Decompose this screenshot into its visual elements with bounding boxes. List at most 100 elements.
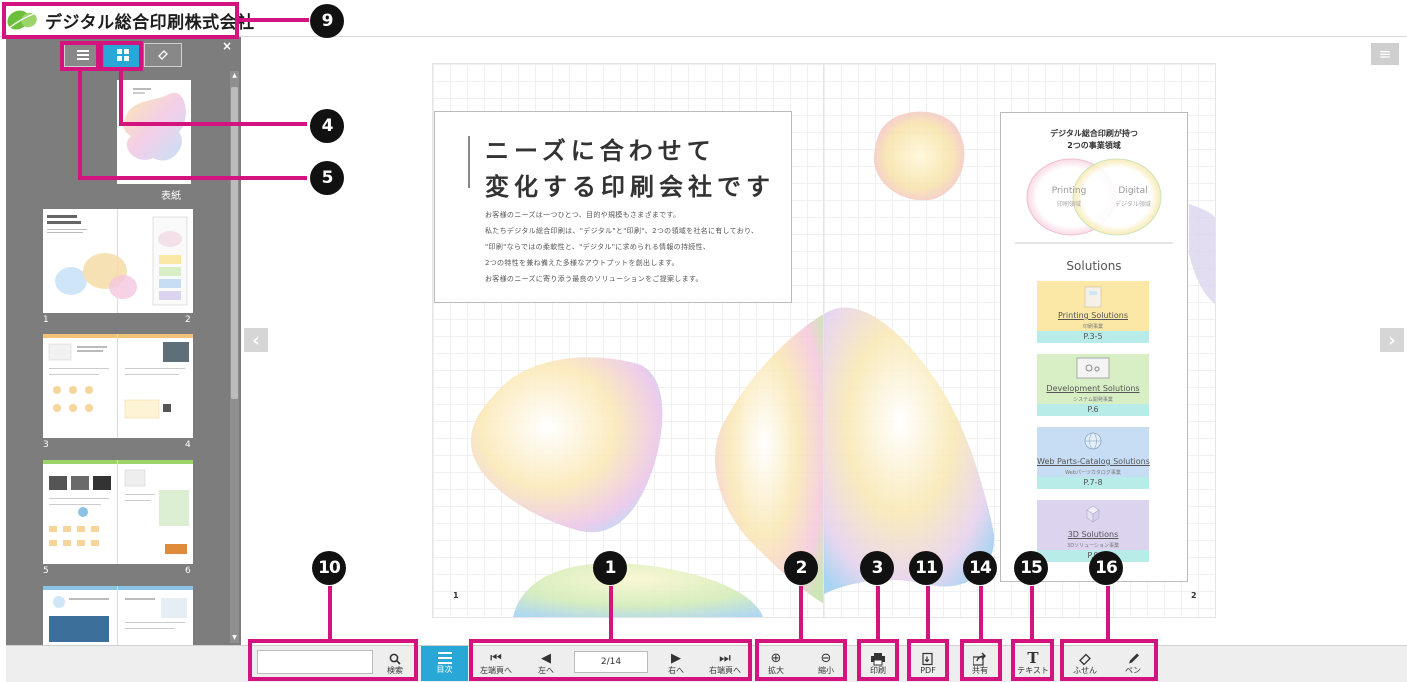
annotation-box-sticky-pen xyxy=(1060,639,1158,681)
solutions-heading: Solutions xyxy=(1066,259,1122,273)
thumbnail-page-number: 2 xyxy=(185,315,191,325)
headline-line-2: 変化する印刷会社です xyxy=(485,173,775,201)
tab-memo[interactable] xyxy=(144,43,182,67)
chevron-right-icon: › xyxy=(1388,329,1396,351)
panel-title-line-2: 2つの事業領域 xyxy=(1067,141,1121,150)
thumbnail-cover[interactable] xyxy=(117,80,191,184)
thumbnail-spread-1-2[interactable] xyxy=(43,209,193,313)
list-icon xyxy=(437,652,452,664)
toc-button[interactable]: 目次 xyxy=(421,646,468,681)
venn-left-label: Printing xyxy=(1051,186,1087,196)
annotation-line xyxy=(328,586,332,639)
callout-16: 16 xyxy=(1089,551,1123,585)
callout-4: 4 xyxy=(310,109,344,143)
callout-14: 14 xyxy=(963,551,997,585)
thumbnail-page-number: 1 xyxy=(43,315,49,325)
thumbnail-page-number: 5 xyxy=(43,566,49,576)
spread-divider xyxy=(117,460,118,564)
spread-divider xyxy=(117,334,118,438)
annotation-box-share xyxy=(960,639,1002,681)
annotation-box-grid-tab xyxy=(99,41,143,71)
cover-art xyxy=(123,88,186,161)
annotation-line xyxy=(876,586,880,639)
annotation-line xyxy=(1106,586,1110,639)
callout-1: 1 xyxy=(593,551,627,585)
venn-right-sub: デジタル領域 xyxy=(1115,201,1151,208)
thumbnail-spread-3-4[interactable] xyxy=(43,334,193,438)
globe-icon xyxy=(1084,432,1102,450)
printing-icon xyxy=(1084,286,1102,308)
spread-art xyxy=(43,334,193,419)
annotation-line xyxy=(119,71,123,126)
solution-card-web-parts[interactable]: Web Parts-Catalog Solutions Webパーツカタログ事業… xyxy=(1037,427,1150,489)
left-page: ニーズに合わせて 変化する印刷会社です お客様のニーズは一つひとつ、目的や規模も… xyxy=(432,63,825,618)
solution-card-development[interactable]: Development Solutions システム開発事業 P.6 xyxy=(1037,354,1149,416)
body-text-line: お客様のニーズに寄り添う最良のソリューションをご提案します。 xyxy=(485,275,703,283)
solution-pages: P.3-5 xyxy=(1037,331,1149,343)
spread-art xyxy=(47,215,188,306)
headline-accent-bar xyxy=(468,136,470,188)
solution-sub: Webパーツカタログ事業 xyxy=(1065,470,1121,476)
next-page-arrow[interactable]: › xyxy=(1380,328,1404,352)
annotation-box-pdf xyxy=(907,639,949,681)
tag-icon xyxy=(158,50,168,60)
monitor-gear-icon xyxy=(1076,357,1110,379)
callout-2: 2 xyxy=(784,551,818,585)
solution-name: Development Solutions xyxy=(1046,384,1140,393)
callout-9: 9 xyxy=(310,4,344,38)
annotation-line xyxy=(1030,586,1034,639)
spread-divider xyxy=(117,586,118,645)
solution-card-printing[interactable]: Printing Solutions 印刷事業 P.3-5 xyxy=(1037,281,1149,343)
headline-line-1: ニーズに合わせて xyxy=(485,137,716,165)
solution-pages: P.7-8 xyxy=(1037,477,1149,489)
menu-button[interactable]: ≡ xyxy=(1371,43,1399,65)
cover-label: 表紙 xyxy=(161,191,181,202)
venn-right-label: Digital xyxy=(1118,186,1148,196)
solution-pages: P.6 xyxy=(1037,404,1149,416)
toc-button-label: 目次 xyxy=(436,665,453,674)
spread-art xyxy=(43,586,193,642)
annotation-box-search xyxy=(248,639,418,681)
solution-name: Web Parts-Catalog Solutions xyxy=(1037,457,1150,466)
thumbnail-spread-7-8[interactable] xyxy=(43,586,193,645)
solution-name: Printing Solutions xyxy=(1057,311,1129,320)
right-page-number: 2 xyxy=(1191,591,1197,600)
prev-page-arrow[interactable]: ‹ xyxy=(244,328,268,352)
body-text-line: 私たちデジタル総合印刷は、"デジタル"と"印刷"、2つの領域を社名に有しており、 xyxy=(485,227,759,235)
thumbnail-page-number: 6 xyxy=(185,566,191,576)
scroll-down-icon[interactable]: ▼ xyxy=(230,633,239,642)
body-text-line: "印刷"ならではの柔軟性と、"デジタル"に求められる情報の持続性、 xyxy=(485,243,711,251)
annotation-line xyxy=(926,586,930,639)
intro-text-box: ニーズに合わせて 変化する印刷会社です お客様のニーズは一つひとつ、目的や規模も… xyxy=(434,111,792,303)
sidebar-close-icon[interactable]: × xyxy=(222,39,232,53)
thumbnail-spread-5-6[interactable] xyxy=(43,460,193,564)
scroll-up-icon[interactable]: ▲ xyxy=(230,71,239,80)
annotation-box-logo xyxy=(2,2,239,39)
hamburger-icon: ≡ xyxy=(1378,45,1392,63)
sidebar-scroll-thumb[interactable] xyxy=(231,87,238,399)
spread-divider xyxy=(117,209,118,313)
annotation-line xyxy=(799,586,803,639)
thumbnail-page-number: 4 xyxy=(185,440,191,450)
callout-11: 11 xyxy=(909,551,943,585)
venn-left-sub: 印刷領域 xyxy=(1056,201,1081,208)
thumbnail-page-number: 3 xyxy=(43,440,49,450)
body-text-line: 2つの特性を兼ね備えた多様なアウトプットを創出します。 xyxy=(485,259,679,267)
annotation-line xyxy=(979,586,983,639)
annotation-line xyxy=(609,586,613,639)
callout-5: 5 xyxy=(310,161,344,195)
solution-name: 3D Solutions xyxy=(1067,530,1119,539)
chevron-left-icon: ‹ xyxy=(252,329,260,351)
annotation-line xyxy=(78,71,82,180)
panel-title-line-1: デジタル総合印刷が持つ xyxy=(1050,129,1138,138)
annotation-line xyxy=(119,122,307,126)
right-page: デジタル総合印刷が持つ 2つの事業領域 Printing 印刷領域 Digita… xyxy=(823,63,1216,618)
solution-card-3d[interactable]: 3D Solutions 3Dソリューション事業 P.9 xyxy=(1037,500,1149,562)
solution-sub: 印刷事業 xyxy=(1082,324,1103,330)
annotation-box-text xyxy=(1011,639,1054,681)
solution-sub: システム開発事業 xyxy=(1073,397,1113,403)
business-areas-panel: デジタル総合印刷が持つ 2つの事業領域 Printing 印刷領域 Digita… xyxy=(1000,112,1188,582)
annotation-box-zoom xyxy=(755,639,847,681)
spread-art xyxy=(43,460,193,554)
annotation-box-list-tab xyxy=(60,41,100,71)
